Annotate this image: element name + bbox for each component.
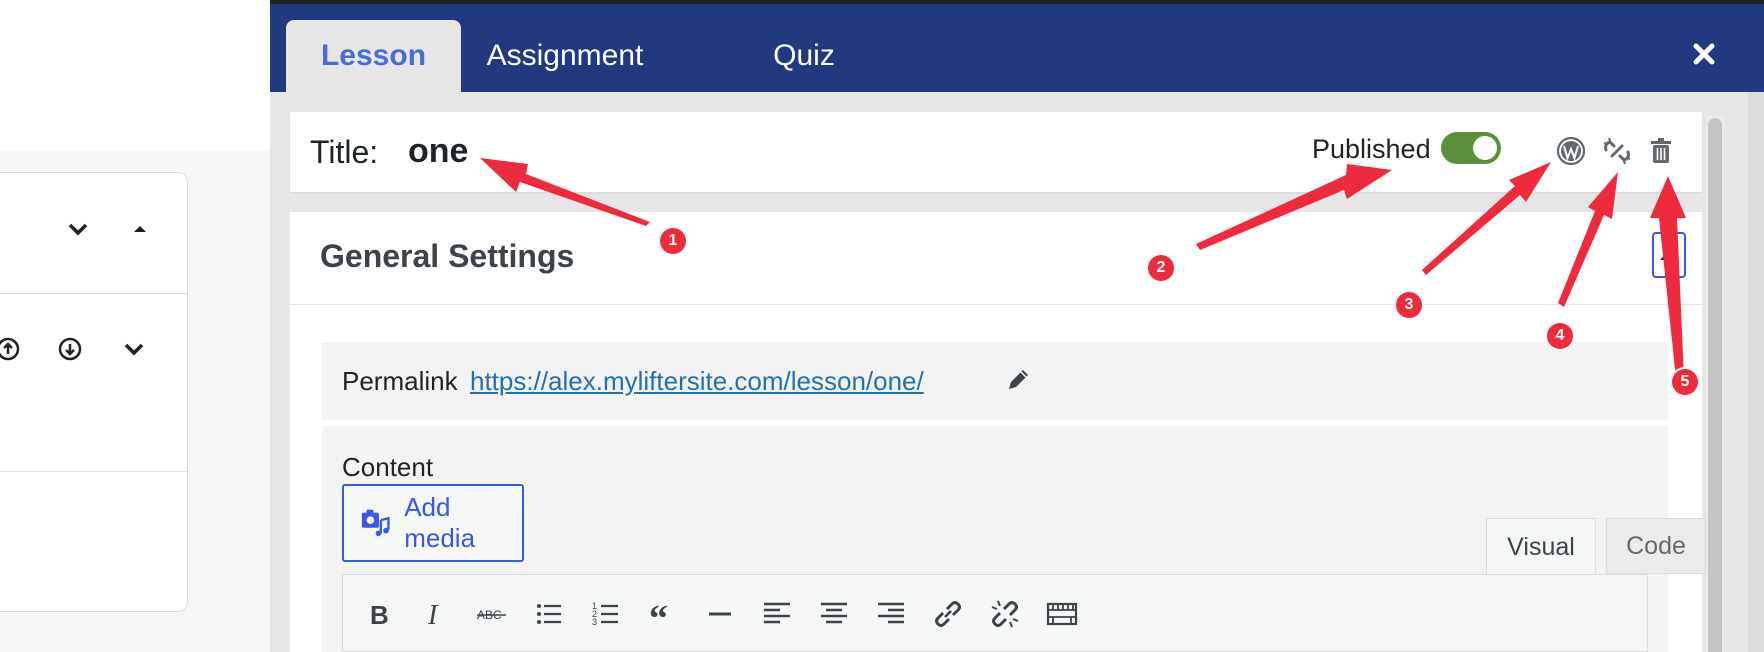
annotation-badge-4: 4 bbox=[1547, 323, 1573, 349]
annotation-badge-3: 3 bbox=[1396, 292, 1422, 318]
divider bbox=[0, 471, 188, 472]
background-card bbox=[0, 172, 188, 612]
svg-text:I: I bbox=[427, 600, 439, 631]
add-media-button[interactable]: Add media bbox=[342, 484, 524, 562]
arrow-down-circle-icon[interactable] bbox=[54, 333, 86, 365]
svg-text:B: B bbox=[370, 600, 389, 630]
permalink-label: Permalink bbox=[342, 366, 458, 396]
annotation-badge-1: 1 bbox=[660, 228, 686, 254]
trash-icon[interactable] bbox=[1644, 134, 1678, 168]
chevron-down-icon[interactable] bbox=[118, 333, 150, 365]
tab-assignment[interactable]: Assignment bbox=[480, 20, 650, 92]
general-settings-header: General Settings bbox=[290, 212, 1702, 305]
triangle-up-icon[interactable] bbox=[124, 213, 156, 245]
general-settings-panel: General Settings Permalink https://alex.… bbox=[290, 212, 1706, 652]
content-section: Content Add media Visual Code B I ABC 1 … bbox=[322, 426, 1706, 652]
blockquote-icon[interactable]: “ bbox=[642, 593, 684, 635]
toolbar-toggle-icon[interactable] bbox=[1041, 593, 1083, 635]
tab-lesson[interactable]: Lesson bbox=[286, 20, 461, 92]
link-icon[interactable] bbox=[927, 593, 969, 635]
content-label: Content bbox=[342, 452, 434, 482]
arrow-up-circle-icon[interactable] bbox=[0, 333, 24, 365]
published-toggle[interactable] bbox=[1441, 132, 1501, 164]
tab-visual[interactable]: Visual bbox=[1486, 518, 1596, 576]
permalink-link[interactable]: https://alex.myliftersite.com/lesson/one… bbox=[470, 366, 924, 397]
chevron-down-icon[interactable] bbox=[62, 213, 94, 245]
close-icon[interactable] bbox=[1688, 38, 1720, 70]
numbered-list-icon[interactable]: 123 bbox=[585, 593, 627, 635]
italic-icon[interactable]: I bbox=[414, 593, 456, 635]
divider bbox=[0, 293, 188, 294]
horizontal-rule-icon[interactable] bbox=[699, 593, 741, 635]
align-left-icon[interactable] bbox=[756, 593, 798, 635]
strikethrough-icon[interactable]: ABC bbox=[471, 593, 513, 635]
align-right-icon[interactable] bbox=[870, 593, 912, 635]
pencil-icon[interactable] bbox=[1004, 366, 1032, 394]
wordpress-icon[interactable] bbox=[1554, 134, 1588, 168]
annotation-badge-2: 2 bbox=[1148, 255, 1174, 281]
general-settings-title: General Settings bbox=[320, 238, 575, 274]
title-label: Title: bbox=[310, 134, 379, 170]
lesson-modal: Lesson Assignment Quiz Title: one Publis… bbox=[270, 4, 1764, 652]
collapse-button[interactable] bbox=[1652, 232, 1686, 278]
unlink-icon[interactable] bbox=[1600, 134, 1634, 168]
modal-header: Lesson Assignment Quiz bbox=[270, 4, 1764, 92]
background-header bbox=[0, 0, 270, 150]
modal-edge bbox=[1748, 92, 1764, 652]
svg-text:3: 3 bbox=[592, 617, 597, 627]
published-label: Published bbox=[1312, 134, 1431, 164]
media-icon bbox=[361, 509, 390, 537]
toggle-knob bbox=[1473, 136, 1497, 160]
bold-icon[interactable]: B bbox=[357, 593, 399, 635]
bullet-list-icon[interactable] bbox=[528, 593, 570, 635]
permalink-row: Permalink https://alex.myliftersite.com/… bbox=[322, 342, 1668, 420]
editor-toolbar: B I ABC 123 “ bbox=[342, 574, 1648, 652]
unlink-icon[interactable] bbox=[984, 593, 1026, 635]
tab-code[interactable]: Code bbox=[1606, 518, 1706, 574]
title-bar: Title: one Published bbox=[290, 112, 1702, 192]
annotation-badge-5: 5 bbox=[1672, 369, 1698, 395]
add-media-label: Add media bbox=[404, 492, 476, 553]
title-value[interactable]: one bbox=[408, 132, 468, 171]
align-center-icon[interactable] bbox=[813, 593, 855, 635]
scrollbar-thumb[interactable] bbox=[1708, 118, 1722, 652]
tab-quiz[interactable]: Quiz bbox=[744, 20, 864, 92]
svg-text:“: “ bbox=[649, 598, 668, 631]
